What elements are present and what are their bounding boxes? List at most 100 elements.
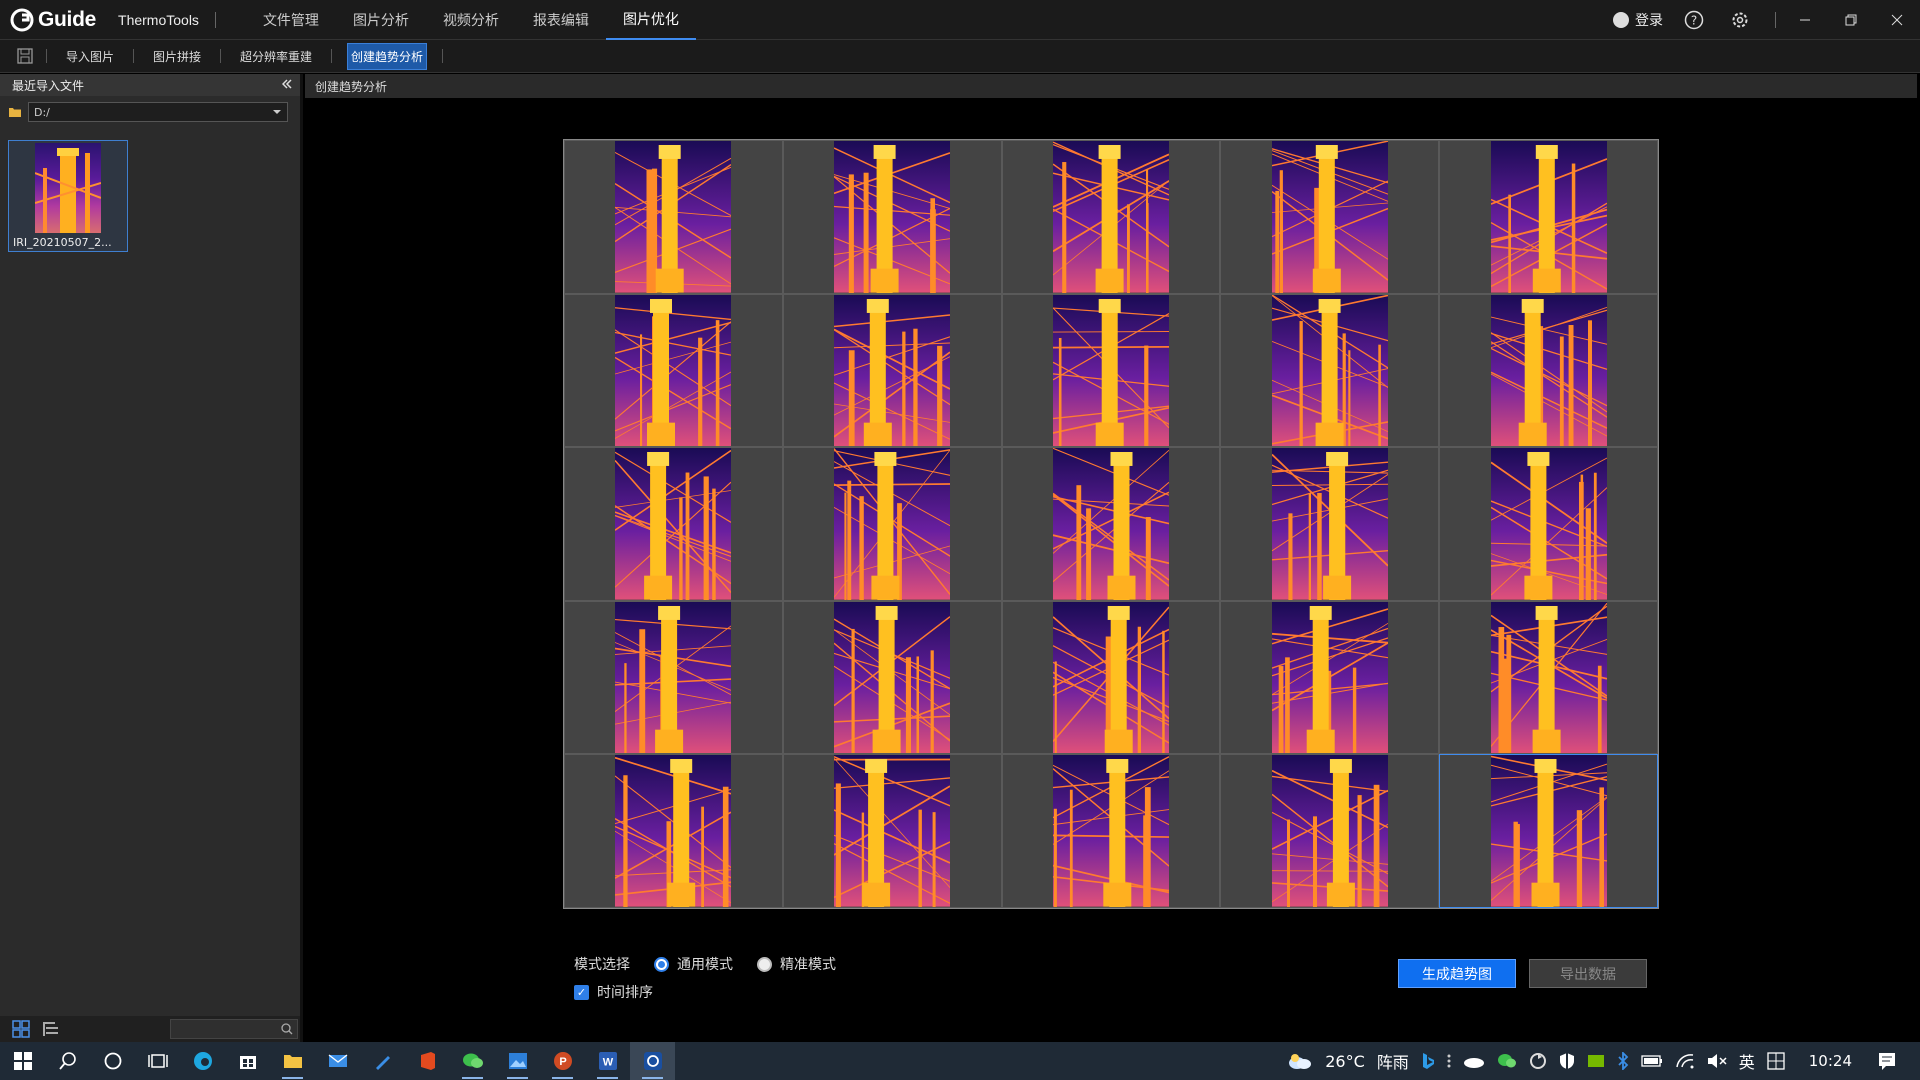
- store-icon[interactable]: [225, 1042, 270, 1080]
- chevron-down-icon: [272, 106, 282, 119]
- time-sort-checkbox[interactable]: ✓: [574, 984, 589, 1000]
- edge-icon[interactable]: [180, 1042, 225, 1080]
- list-view-icon[interactable]: [42, 1020, 60, 1038]
- export-data-button[interactable]: 导出数据: [1529, 959, 1647, 988]
- thermal-image: [615, 448, 732, 600]
- generate-trend-button[interactable]: 生成趋势图: [1398, 959, 1516, 988]
- app-name: ThermoTools: [118, 11, 199, 28]
- thermal-image: [1271, 294, 1388, 447]
- thermal-image-cell[interactable]: [1220, 600, 1440, 755]
- clock-time[interactable]: 10:24: [1809, 1052, 1852, 1070]
- weather-cloud-icon[interactable]: [1287, 1051, 1313, 1071]
- restore-button[interactable]: [1828, 0, 1874, 40]
- task-view-icon[interactable]: [135, 1042, 180, 1080]
- thermal-image-cell[interactable]: [1439, 754, 1658, 908]
- help-icon[interactable]: ?: [1683, 9, 1705, 31]
- weather-temp[interactable]: 26°C: [1325, 1052, 1365, 1071]
- onedrive-icon[interactable]: [1463, 1054, 1485, 1068]
- radio-general-mode[interactable]: [654, 956, 669, 972]
- thermal-image-cell[interactable]: [1220, 140, 1440, 294]
- close-icon: [1891, 14, 1903, 26]
- thermotools-taskbar-icon[interactable]: [630, 1042, 675, 1080]
- shield-icon[interactable]: [1559, 1052, 1575, 1070]
- thermal-image-cell[interactable]: [564, 754, 783, 908]
- minimize-button[interactable]: [1782, 0, 1828, 40]
- thermal-image-cell[interactable]: [1001, 447, 1221, 601]
- create-trend-analysis-button[interactable]: 创建趋势分析: [347, 42, 428, 70]
- radio-precise-mode[interactable]: [757, 956, 772, 972]
- thermal-image-cell[interactable]: [1439, 600, 1658, 755]
- thermal-image-cell[interactable]: [564, 140, 783, 294]
- thermal-image-cell[interactable]: [782, 754, 1002, 908]
- thermal-image-cell[interactable]: [564, 447, 783, 601]
- menu-image-optimize[interactable]: 图片优化: [605, 0, 696, 40]
- path-dropdown[interactable]: D:/: [28, 102, 288, 122]
- import-image-button[interactable]: 导入图片: [62, 43, 118, 70]
- save-icon[interactable]: [16, 47, 34, 65]
- thermal-image-cell[interactable]: [1220, 447, 1440, 601]
- file-thumbnail[interactable]: IRI_20210507_2...: [8, 140, 128, 252]
- super-resolution-button[interactable]: 超分辨率重建: [236, 43, 316, 70]
- general-mode-label[interactable]: 通用模式: [677, 954, 733, 974]
- thermal-image-cell[interactable]: [782, 447, 1002, 601]
- precise-mode-label[interactable]: 精准模式: [780, 954, 836, 974]
- bluetooth-icon[interactable]: [1617, 1052, 1629, 1070]
- bing-icon[interactable]: [1421, 1052, 1435, 1070]
- ime-indicator[interactable]: 英: [1739, 1049, 1755, 1073]
- taskbar-search-icon[interactable]: [45, 1042, 90, 1080]
- sidebar-search-input[interactable]: [170, 1019, 298, 1039]
- notification-icon[interactable]: [1878, 1052, 1896, 1070]
- gear-icon[interactable]: [1729, 9, 1751, 31]
- more-vertical-icon[interactable]: [1447, 1053, 1451, 1069]
- menu-file-manage[interactable]: 文件管理: [246, 0, 336, 40]
- weather-desc[interactable]: 阵雨: [1377, 1049, 1409, 1073]
- cortana-icon[interactable]: [90, 1042, 135, 1080]
- wechat-icon[interactable]: [450, 1042, 495, 1080]
- volume-muted-icon[interactable]: [1707, 1053, 1727, 1069]
- pen-icon[interactable]: [360, 1042, 405, 1080]
- svg-text:P: P: [559, 1056, 566, 1068]
- thermal-image-cell[interactable]: [564, 600, 783, 755]
- thermal-image-cell[interactable]: [1220, 293, 1440, 448]
- thermal-image-cell[interactable]: [782, 293, 1002, 448]
- mail-icon[interactable]: [315, 1042, 360, 1080]
- nvidia-icon[interactable]: [1587, 1054, 1605, 1068]
- login-button[interactable]: 登录: [1613, 10, 1663, 30]
- thermal-image-cell[interactable]: [1001, 600, 1221, 755]
- wifi-icon[interactable]: [1675, 1053, 1695, 1069]
- thermal-image-cell[interactable]: [1220, 754, 1440, 908]
- thermal-image-cell[interactable]: [1439, 140, 1658, 294]
- thermal-image-cell[interactable]: [1001, 140, 1221, 294]
- restore-icon: [1845, 14, 1857, 26]
- menu-video-analysis[interactable]: 视频分析: [426, 0, 516, 40]
- windows-start-icon[interactable]: [0, 1042, 45, 1080]
- close-button[interactable]: [1874, 0, 1920, 40]
- ime-grid-icon[interactable]: [1767, 1052, 1785, 1070]
- thermal-image: [834, 294, 951, 447]
- menu-report-edit[interactable]: 报表编辑: [516, 0, 606, 40]
- thermal-image-cell[interactable]: [1001, 754, 1221, 908]
- main-menu: 文件管理 图片分析 视频分析 报表编辑 图片优化: [246, 0, 696, 40]
- image-stitch-button[interactable]: 图片拼接: [149, 43, 205, 70]
- battery-icon[interactable]: [1641, 1055, 1663, 1067]
- sidebar: 最近导入文件 D:/ IRI_20210507_2...: [0, 74, 303, 1042]
- office-icon[interactable]: [405, 1042, 450, 1080]
- grid-view-icon[interactable]: [12, 1020, 30, 1038]
- thermal-image: [1052, 448, 1169, 600]
- wechat-tray-icon[interactable]: [1497, 1052, 1517, 1070]
- word-icon[interactable]: W: [585, 1042, 630, 1080]
- collapse-icon[interactable]: [281, 78, 292, 92]
- thermal-image-cell[interactable]: [1439, 293, 1658, 448]
- menu-image-analysis[interactable]: 图片分析: [336, 0, 426, 40]
- thermal-image-cell[interactable]: [564, 293, 783, 448]
- sync-icon[interactable]: [1529, 1052, 1547, 1070]
- time-sort-label[interactable]: 时间排序: [597, 982, 653, 1002]
- thermal-image-cell[interactable]: [1001, 293, 1221, 448]
- thermal-image-cell[interactable]: [782, 600, 1002, 755]
- file-explorer-icon[interactable]: [270, 1042, 315, 1080]
- thermal-image-cell[interactable]: [782, 140, 1002, 294]
- powerpoint-icon[interactable]: P: [540, 1042, 585, 1080]
- photos-icon[interactable]: [495, 1042, 540, 1080]
- thermal-image-cell[interactable]: [1439, 447, 1658, 601]
- sidebar-title: 最近导入文件: [12, 78, 85, 93]
